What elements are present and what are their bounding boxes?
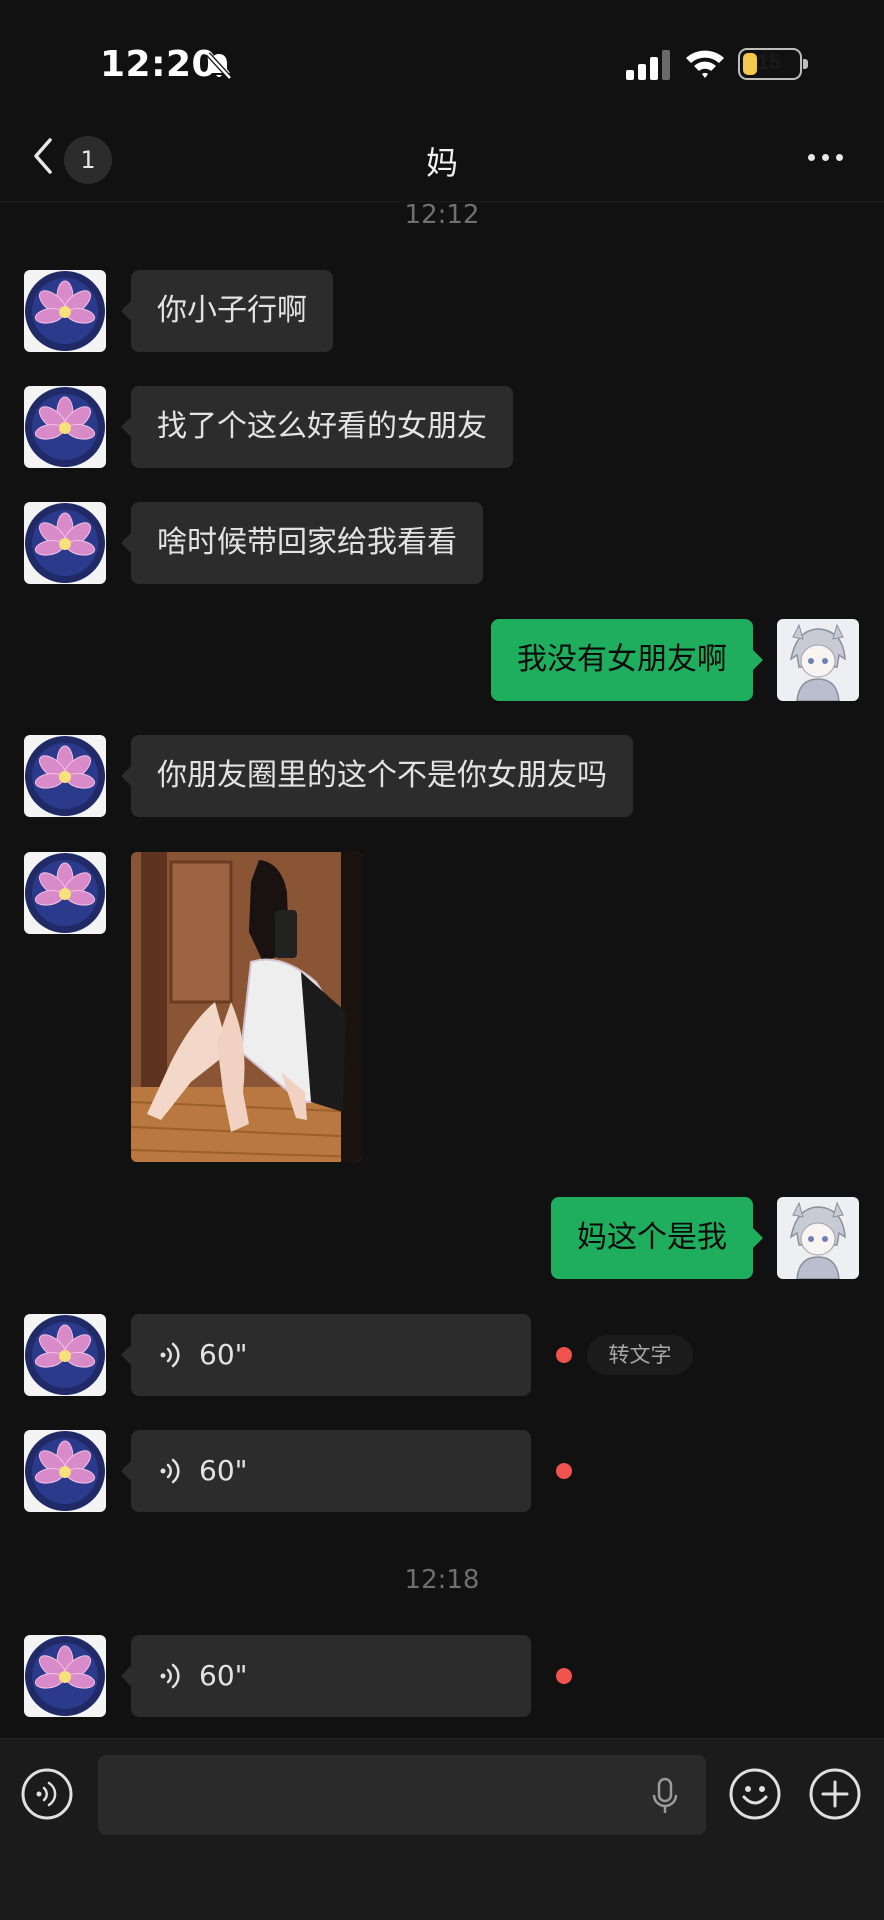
signal-icon bbox=[626, 50, 670, 80]
lotus-avatar[interactable] bbox=[24, 1430, 106, 1512]
message-bubble[interactable]: 啥时候带回家给我看看 bbox=[121, 502, 483, 584]
transcribe-button[interactable]: 转文字 bbox=[587, 1335, 693, 1375]
microphone-icon[interactable] bbox=[650, 1777, 680, 1815]
battery-icon: 15 bbox=[738, 48, 808, 80]
message-bubble-outgoing[interactable]: 我没有女朋友啊 bbox=[491, 619, 763, 701]
page-title: 妈 bbox=[425, 144, 458, 182]
unread-dot bbox=[556, 1347, 572, 1363]
voice-wave-icon bbox=[157, 1340, 187, 1370]
timestamp: 12:18 bbox=[404, 1565, 480, 1595]
voice-duration: 60" bbox=[199, 1454, 248, 1487]
voice-duration: 60" bbox=[199, 1659, 248, 1692]
voice-wave-icon bbox=[157, 1456, 187, 1486]
voice-duration: 60" bbox=[199, 1338, 248, 1371]
plus-icon[interactable] bbox=[808, 1767, 862, 1821]
message-bubble[interactable]: 你朋友圈里的这个不是你女朋友吗 bbox=[121, 735, 633, 817]
anime-avatar[interactable] bbox=[777, 619, 859, 701]
lotus-avatar[interactable] bbox=[24, 735, 106, 817]
battery-level: 15 bbox=[757, 51, 781, 74]
voice-wave-icon bbox=[157, 1661, 187, 1691]
message-input[interactable] bbox=[98, 1755, 706, 1835]
lotus-avatar[interactable] bbox=[24, 502, 106, 584]
message-bubble[interactable]: 找了个这么好看的女朋友 bbox=[121, 386, 513, 468]
lotus-avatar[interactable] bbox=[24, 1635, 106, 1717]
more-icon[interactable] bbox=[808, 154, 848, 166]
lotus-avatar[interactable] bbox=[24, 1314, 106, 1396]
voice-message[interactable]: 60" bbox=[121, 1430, 531, 1512]
emoji-icon[interactable] bbox=[728, 1767, 782, 1821]
photo-message[interactable] bbox=[131, 852, 362, 1162]
message-bubble-outgoing[interactable]: 妈这个是我 bbox=[551, 1197, 763, 1279]
voice-input-icon[interactable] bbox=[20, 1767, 74, 1821]
voice-message[interactable]: 60" bbox=[121, 1635, 531, 1717]
timestamp: 12:12 bbox=[404, 200, 480, 230]
wifi-icon bbox=[686, 50, 724, 78]
lotus-avatar[interactable] bbox=[24, 386, 106, 468]
lotus-avatar[interactable] bbox=[24, 852, 106, 934]
input-bar bbox=[0, 1738, 884, 1920]
unread-dot bbox=[556, 1463, 572, 1479]
unread-dot bbox=[556, 1668, 572, 1684]
status-bar: 12:20 15 bbox=[0, 0, 884, 130]
anime-avatar[interactable] bbox=[777, 1197, 859, 1279]
lotus-avatar[interactable] bbox=[24, 270, 106, 352]
chat-header: 1 妈 bbox=[0, 120, 884, 202]
status-time: 12:20 bbox=[100, 44, 218, 85]
bell-slash-icon bbox=[206, 52, 232, 80]
voice-message[interactable]: 60" bbox=[121, 1314, 531, 1396]
message-bubble[interactable]: 你小子行啊 bbox=[121, 270, 333, 352]
